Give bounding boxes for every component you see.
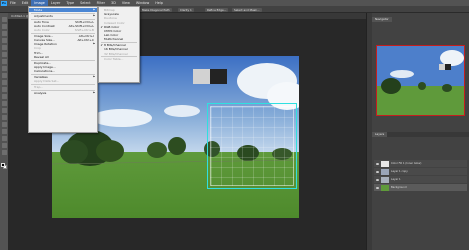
layer-thumbnail: [381, 160, 389, 167]
image-menu-dropdown: Mode ▶ Adjustments ▶ Auto Tone Shift+Ctrl+L Au…: [28, 6, 98, 133]
submenu-arrow-icon: ▶: [93, 13, 95, 17]
brush-tool-icon[interactable]: [1, 66, 7, 71]
foreground-color-swatch[interactable]: [1, 163, 5, 167]
blur-tool-icon[interactable]: [1, 101, 7, 106]
navigator-tab[interactable]: Navigator: [372, 17, 392, 22]
shape-tool-icon[interactable]: [1, 136, 7, 141]
image-menu-item-trap: Trap...: [29, 85, 97, 89]
layers-tab[interactable]: Layers: [372, 132, 388, 137]
image-menu-item-auto-color: Auto Color Shift+Ctrl+B: [29, 28, 97, 32]
move-tool-icon[interactable]: [1, 17, 7, 22]
menu-item-label: Reveal All: [34, 54, 49, 59]
stamp-tool-icon[interactable]: [1, 73, 7, 78]
image-menu-item-reveal-all[interactable]: Reveal All: [29, 55, 97, 59]
gray-color-chip: [193, 69, 210, 84]
menu-item-label: Apply Data Set...: [34, 79, 60, 83]
eye-icon[interactable]: [376, 178, 379, 181]
menu-item-label: Calculations...: [34, 69, 56, 73]
dodge-tool-icon[interactable]: [1, 108, 7, 113]
menu-item-label: Analysis: [34, 90, 47, 95]
eye-icon[interactable]: [376, 170, 379, 173]
crop-tool-icon[interactable]: [1, 45, 7, 50]
mode-submenu: Bitmap Grayscale Duotone Indexed Color RGB C…: [98, 6, 140, 83]
mode-menu-item-multichannel[interactable]: Multichannel: [99, 37, 139, 41]
right-panel-dock: Navigator Layers Color Fill 1 (Inner Glo…: [372, 13, 469, 250]
option-chip-4[interactable]: Select and Mask...: [232, 7, 262, 12]
eye-icon[interactable]: [376, 162, 379, 165]
mode-menu-item-32-bits-channel: 32 Bits/Channel: [99, 52, 139, 56]
menu-item-label: Multichannel: [104, 37, 124, 42]
eye-icon[interactable]: [376, 186, 379, 189]
layer-row[interactable]: Layer 1 copy: [374, 168, 467, 175]
layer-row[interactable]: Color Fill 1 (Inner Glow): [374, 160, 467, 167]
tools-panel: [0, 13, 8, 250]
black-color-chip: [210, 69, 227, 84]
layer-row[interactable]: Background: [374, 184, 467, 191]
grid-overlay: [210, 106, 294, 186]
layer-name: Layer 1 copy: [391, 170, 408, 173]
menu-item-label: Auto Color: [34, 28, 50, 32]
image-menu-item-adjustments[interactable]: Adjustments ▶: [29, 14, 97, 18]
layer-name: Color Fill 1 (Inner Glow): [391, 162, 422, 165]
eyedropper-tool-icon[interactable]: [1, 52, 7, 57]
gradient-tool-icon[interactable]: [1, 94, 7, 99]
zoom-tool-icon[interactable]: [1, 150, 7, 155]
layer-thumbnail: [381, 184, 389, 191]
layers-panel-header: Layers: [372, 132, 469, 137]
navigator-preview-image: [377, 46, 464, 115]
image-menu-item-mode[interactable]: Mode ▶: [29, 8, 97, 13]
menu-item-label: Mode: [34, 8, 43, 12]
layer-thumbnail: [381, 168, 389, 175]
healing-tool-icon[interactable]: [1, 59, 7, 64]
option-chip-2[interactable]: Clarity 1: [178, 7, 194, 12]
image-menu-item-apply-data-set: Apply Data Set...: [29, 79, 97, 83]
pen-tool-icon[interactable]: [1, 115, 7, 120]
layer-name: Background: [391, 186, 407, 189]
hand-tool-icon[interactable]: [1, 143, 7, 148]
submenu-arrow-icon: ▶: [93, 90, 95, 94]
grid-selection-box[interactable]: [207, 103, 297, 189]
menu-item-label: Color Table...: [104, 57, 124, 62]
image-menu-item-calculations[interactable]: Calculations...: [29, 69, 97, 73]
menu-item-label: Adjustments: [34, 13, 53, 18]
layer-name: Layer 1: [391, 178, 401, 181]
mode-menu-item-color-table: Color Table...: [99, 57, 139, 61]
eraser-tool-icon[interactable]: [1, 87, 7, 92]
type-tool-icon[interactable]: [1, 122, 7, 127]
history-brush-tool-icon[interactable]: [1, 80, 7, 85]
submenu-arrow-icon: ▶: [93, 8, 95, 11]
layer-thumbnail: [381, 176, 389, 183]
quick-select-tool-icon[interactable]: [1, 38, 7, 43]
navigator-thumbnail[interactable]: [376, 45, 465, 116]
menu-item-label: 32 Bits/Channel: [104, 51, 128, 56]
menu-item-shortcut: Shift+Ctrl+B: [74, 28, 94, 32]
lasso-tool-icon[interactable]: [1, 31, 7, 36]
layer-row[interactable]: Layer 1: [374, 176, 467, 183]
marquee-tool-icon[interactable]: [1, 24, 7, 29]
menu-item-label: Trap...: [34, 84, 44, 89]
path-select-tool-icon[interactable]: [1, 129, 7, 134]
option-chip-1[interactable]: Make Diagonal Path: [140, 7, 172, 12]
image-menu-item-analysis[interactable]: Analysis ▶: [29, 91, 97, 95]
option-chip-3[interactable]: Refine Edge...: [205, 7, 229, 12]
